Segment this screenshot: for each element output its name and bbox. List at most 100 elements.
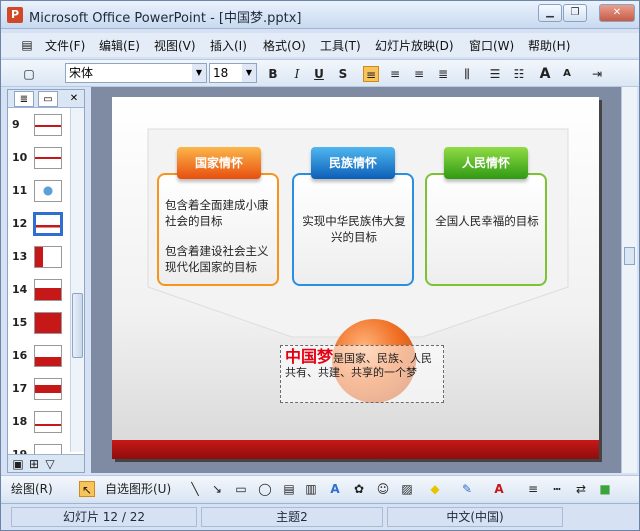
justify-icon[interactable]: ≣ [435, 66, 451, 82]
draw-menu[interactable]: 绘图(R) [11, 481, 81, 497]
canvas-scrollbar[interactable] [621, 87, 637, 473]
status-slide: 幻灯片 12 / 22 [11, 507, 197, 527]
close-button[interactable]: ✕ [599, 4, 635, 22]
font-combo[interactable]: 宋体 ▼ [65, 63, 207, 83]
ribbon-ethnic[interactable]: 民族情怀 [311, 147, 395, 179]
slides-tab-icon[interactable]: ▭ [38, 91, 58, 107]
bullets-icon[interactable]: ☷ [511, 66, 527, 82]
slide-thumbnail-selected[interactable] [33, 212, 63, 236]
slide-thumbnail[interactable] [34, 444, 62, 454]
slide-thumbnail[interactable] [34, 246, 62, 268]
grow-font-button[interactable]: A [537, 66, 553, 82]
picture-icon[interactable]: ▨ [399, 481, 415, 497]
dash-style-icon[interactable]: ┅ [549, 481, 565, 497]
slide-thumbnail[interactable] [34, 411, 62, 433]
arrow-icon[interactable]: ↘ [209, 481, 225, 497]
font-color-icon[interactable]: A [491, 481, 507, 497]
slide-thumb-row[interactable]: 16 [8, 341, 70, 374]
menu-window[interactable]: 窗口(W) [469, 37, 514, 54]
slideshow-view-icon[interactable]: ▽ [42, 456, 58, 472]
scrollbar-thumb[interactable] [72, 293, 83, 358]
chevron-down-icon[interactable]: ▼ [242, 64, 256, 82]
card-nation[interactable]: 包含着全面建成小康社会的目标 包含着建设社会主义现代化国家的目标 [157, 173, 279, 286]
autoshapes-menu[interactable]: 自选图形(U) [105, 481, 185, 497]
slide-thumbnail[interactable] [34, 147, 62, 169]
line-icon[interactable]: ╲ [187, 481, 203, 497]
center-textbox[interactable]: 中国梦是国家、民族、人民共有、共建、共享的一个梦 [280, 345, 444, 403]
menu-edit[interactable]: 编辑(E) [99, 37, 140, 54]
line-style-icon[interactable]: ≡ [525, 481, 541, 497]
slide-thumb-row[interactable]: 14 [8, 275, 70, 308]
powerpoint-icon: P [7, 7, 23, 23]
shadow-style-icon[interactable]: ■ [597, 481, 613, 497]
normal-view-icon[interactable]: ▣ [10, 456, 26, 472]
card-people[interactable]: 全国人民幸福的目标 [425, 173, 547, 286]
slide-thumb-row[interactable]: 10 [8, 143, 70, 176]
menu-help[interactable]: 帮助(H) [528, 37, 570, 54]
slide-thumbnail[interactable] [34, 114, 62, 136]
menu-insert[interactable]: 插入(I) [210, 37, 247, 54]
card-ethnic[interactable]: 实现中华民族伟大复兴的目标 [292, 173, 414, 286]
slide-thumbnail[interactable] [34, 378, 62, 400]
rectangle-icon[interactable]: ▭ [233, 481, 249, 497]
menu-view[interactable]: 视图(V) [154, 37, 196, 54]
restore-button[interactable]: ❐ [563, 4, 587, 22]
slide-thumb-row[interactable]: 15 [8, 308, 70, 341]
align-left-icon[interactable]: ≡ [363, 66, 379, 82]
fill-color-icon[interactable]: ◆ [427, 481, 443, 497]
vertical-textbox-icon[interactable]: ▥ [303, 481, 319, 497]
drawing-toolbar: 绘图(R) ↖ 自选图形(U) ╲ ↘ ▭ ◯ ▤ ▥ A ✿ ☺ ▨ ◆ ✎ … [1, 475, 639, 501]
chevron-down-icon[interactable]: ▼ [192, 64, 206, 82]
new-file-icon[interactable]: ▢ [21, 66, 37, 82]
slide-thumb-row[interactable]: 9 [8, 110, 70, 143]
italic-button[interactable]: I [289, 66, 305, 82]
indent-icon[interactable]: ⇥ [589, 66, 605, 82]
underline-button[interactable]: U [311, 66, 327, 82]
slide-thumb-row[interactable]: 19 [8, 440, 70, 454]
distribute-icon[interactable]: ⫼ [459, 66, 475, 82]
sorter-view-icon[interactable]: ⊞ [26, 456, 42, 472]
menu-format[interactable]: 格式(O) [263, 37, 306, 54]
shrink-font-button[interactable]: A [559, 66, 575, 82]
status-language: 中文(中国) [387, 507, 563, 527]
ribbon-nation[interactable]: 国家情怀 [177, 147, 261, 179]
minimize-button[interactable]: ▁ [538, 4, 562, 22]
slide-thumb-row[interactable]: 17 [8, 374, 70, 407]
oval-icon[interactable]: ◯ [257, 481, 273, 497]
shadow-button[interactable]: S [335, 66, 351, 82]
textbox-icon[interactable]: ▤ [281, 481, 297, 497]
align-center-icon[interactable]: ≡ [387, 66, 403, 82]
powerpoint-window: P Microsoft Office PowerPoint - [中国梦.ppt… [0, 0, 640, 531]
slide-thumbnail[interactable] [34, 279, 62, 301]
slide-thumbnail[interactable] [34, 180, 62, 202]
close-panel-icon[interactable]: ✕ [64, 91, 84, 107]
menu-file[interactable]: 文件(F) [45, 37, 85, 54]
slide-number: 18 [12, 415, 28, 428]
wordart-icon[interactable]: A [327, 481, 343, 497]
bold-button[interactable]: B [265, 66, 281, 82]
slide-thumbnail[interactable] [34, 345, 62, 367]
line-color-icon[interactable]: ✎ [459, 481, 475, 497]
menu-slideshow[interactable]: 幻灯片放映(D) [375, 37, 454, 54]
slide-thumb-row[interactable]: 11 [8, 176, 70, 209]
outline-tab-icon[interactable]: ≣ [14, 91, 34, 107]
ribbon-people[interactable]: 人民情怀 [444, 147, 528, 179]
clipart-icon[interactable]: ☺ [375, 481, 391, 497]
view-buttons: ▣ ⊞ ▽ [8, 454, 84, 472]
menu-tools[interactable]: 工具(T) [320, 37, 361, 54]
slide-thumb-row[interactable]: 18 [8, 407, 70, 440]
slide-thumb-row[interactable]: 13 [8, 242, 70, 275]
document-icon[interactable]: ▤ [19, 37, 35, 53]
status-bar: 幻灯片 12 / 22 主题2 中文(中国) [1, 503, 639, 530]
scrollbar-thumb[interactable] [624, 247, 635, 265]
select-pointer-icon[interactable]: ↖ [79, 481, 95, 497]
slide-thumbnail[interactable] [34, 312, 62, 334]
slide-thumb-row[interactable]: 12 [8, 209, 70, 242]
align-right-icon[interactable]: ≡ [411, 66, 427, 82]
arrow-style-icon[interactable]: ⇄ [573, 481, 589, 497]
footer-bar [112, 440, 599, 459]
numbering-icon[interactable]: ☰ [487, 66, 503, 82]
diagram-icon[interactable]: ✿ [351, 481, 367, 497]
size-combo[interactable]: 18 ▼ [209, 63, 257, 83]
panel-scrollbar[interactable] [70, 108, 84, 452]
